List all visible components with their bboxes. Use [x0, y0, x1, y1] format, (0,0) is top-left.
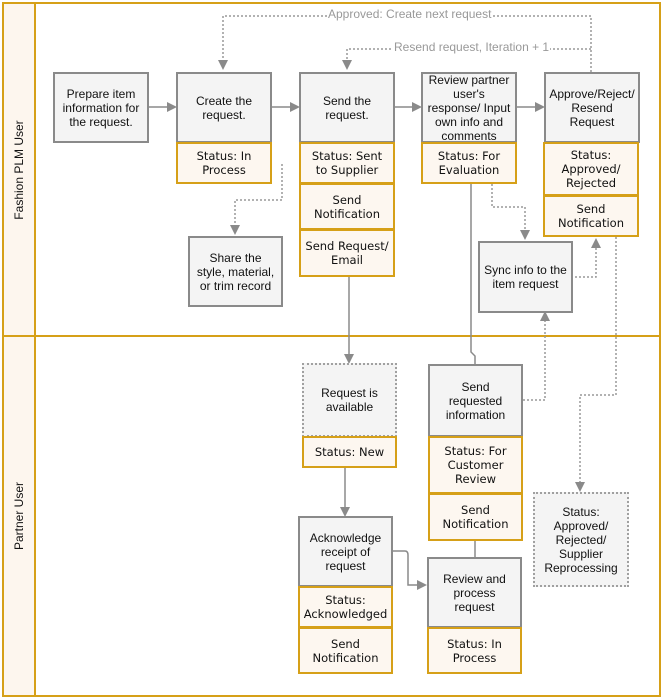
- edge-review-send-info: [470, 184, 476, 364]
- action-send-notification: Send Notification: [299, 183, 395, 230]
- node-sync-info[interactable]: Sync info to the item request: [478, 241, 573, 313]
- node-send-request[interactable]: Send the request.: [299, 72, 395, 143]
- action-send-notification: Send Notification: [298, 627, 393, 674]
- edge-acknowledge-process: [392, 550, 427, 590]
- node-send-requested-info[interactable]: Send requested information: [428, 364, 523, 437]
- node-prepare-item-info[interactable]: Prepare item information for the request…: [53, 72, 149, 143]
- status-sent-to-supplier: Status: Sent to Supplier: [299, 142, 395, 184]
- node-share-record[interactable]: Share the style, material, or trim recor…: [188, 236, 283, 307]
- node-request-available[interactable]: Request is available: [302, 363, 397, 437]
- action-send-notification: Send Notification: [428, 493, 523, 541]
- node-final-status: Status: Approved/ Rejected/ Supplier Rep…: [533, 492, 629, 587]
- status-new: Status: New: [302, 436, 397, 468]
- status-in-process: Status: In Process: [176, 142, 272, 184]
- status-for-evaluation: Status: For Evaluation: [421, 142, 517, 184]
- edge-label-approved: Approved: Create next request: [327, 7, 493, 21]
- edge-review-sync: [491, 184, 530, 240]
- action-send-notification: Send Notification: [543, 195, 639, 237]
- edge-approve-final: [575, 237, 617, 492]
- edge-label-resend: Resend request, Iteration + 1: [393, 40, 551, 54]
- node-create-request[interactable]: Create the request.: [176, 72, 272, 143]
- node-approve-reject-resend[interactable]: Approve/Reject/ Resend Request: [544, 72, 640, 143]
- action-send-request-email: Send Request/ Email: [299, 229, 395, 277]
- node-acknowledge-receipt[interactable]: Acknowledge receipt of request: [298, 516, 393, 587]
- edge-sync-approve: [575, 238, 601, 278]
- node-review-process-request[interactable]: Review and process request: [427, 557, 522, 628]
- edge-send-info-sync: [523, 311, 550, 401]
- node-review-partner-response[interactable]: Review partner user's response/ Input ow…: [421, 72, 517, 143]
- status-in-process: Status: In Process: [427, 627, 522, 674]
- status-acknowledged: Status: Acknowledged: [298, 586, 393, 628]
- status-approved-rejected: Status: Approved/ Rejected: [543, 142, 639, 196]
- status-for-customer-review: Status: For Customer Review: [428, 436, 523, 494]
